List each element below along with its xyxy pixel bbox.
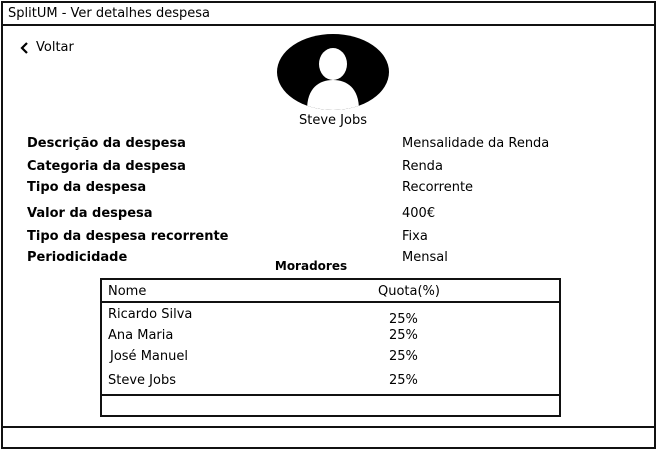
table-row: Ricardo Silva 25% xyxy=(102,307,559,327)
resident-name: Ricardo Silva xyxy=(108,307,193,322)
field-value-amount: 400€ xyxy=(402,206,436,221)
field-label-amount: Valor da despesa xyxy=(27,206,153,221)
user-name: Steve Jobs xyxy=(299,113,367,128)
field-label-recurring-type: Tipo da despesa recorrente xyxy=(27,229,229,244)
residents-table-title: Moradores xyxy=(274,259,348,273)
resident-quota: 25% xyxy=(389,373,418,388)
table-header: Nome Quota(%) xyxy=(102,280,559,303)
resident-quota: 25% xyxy=(389,328,418,343)
chevron-left-icon xyxy=(20,41,28,54)
user-silhouette-icon xyxy=(307,48,359,110)
field-value-description: Mensalidade da Renda xyxy=(402,136,550,151)
resident-name: José Manuel xyxy=(110,349,188,364)
window-titlebar: SplitUM - Ver detalhes despesa xyxy=(3,3,654,26)
resident-quota: 25% xyxy=(389,349,418,364)
column-header-quota: Quota(%) xyxy=(378,284,440,299)
back-button[interactable]: Voltar xyxy=(20,40,74,55)
residents-table: Nome Quota(%) Ricardo Silva 25% Ana Mari… xyxy=(100,278,561,417)
table-row: Ana Maria 25% xyxy=(102,328,559,348)
table-divider xyxy=(102,394,559,396)
user-avatar xyxy=(277,34,389,110)
resident-name: Steve Jobs xyxy=(108,373,176,388)
table-row: Steve Jobs 25% xyxy=(102,373,559,393)
window-statusbar xyxy=(3,426,654,447)
resident-name: Ana Maria xyxy=(108,328,174,343)
resident-quota: 25% xyxy=(389,312,418,327)
field-value-recurring-type: Fixa xyxy=(402,229,428,244)
field-label-periodicity: Periodicidade xyxy=(27,250,128,265)
column-header-name: Nome xyxy=(108,284,147,299)
field-label-category: Categoria da despesa xyxy=(27,159,186,174)
back-label: Voltar xyxy=(36,40,74,55)
window-title: SplitUM - Ver detalhes despesa xyxy=(8,6,210,21)
table-row: José Manuel 25% xyxy=(102,349,559,369)
field-value-type: Recorrente xyxy=(402,180,474,195)
app-window: SplitUM - Ver detalhes despesa Voltar St… xyxy=(1,1,656,449)
field-label-type: Tipo da despesa xyxy=(27,180,147,195)
field-label-description: Descrição da despesa xyxy=(27,136,186,151)
field-value-category: Renda xyxy=(402,159,443,174)
